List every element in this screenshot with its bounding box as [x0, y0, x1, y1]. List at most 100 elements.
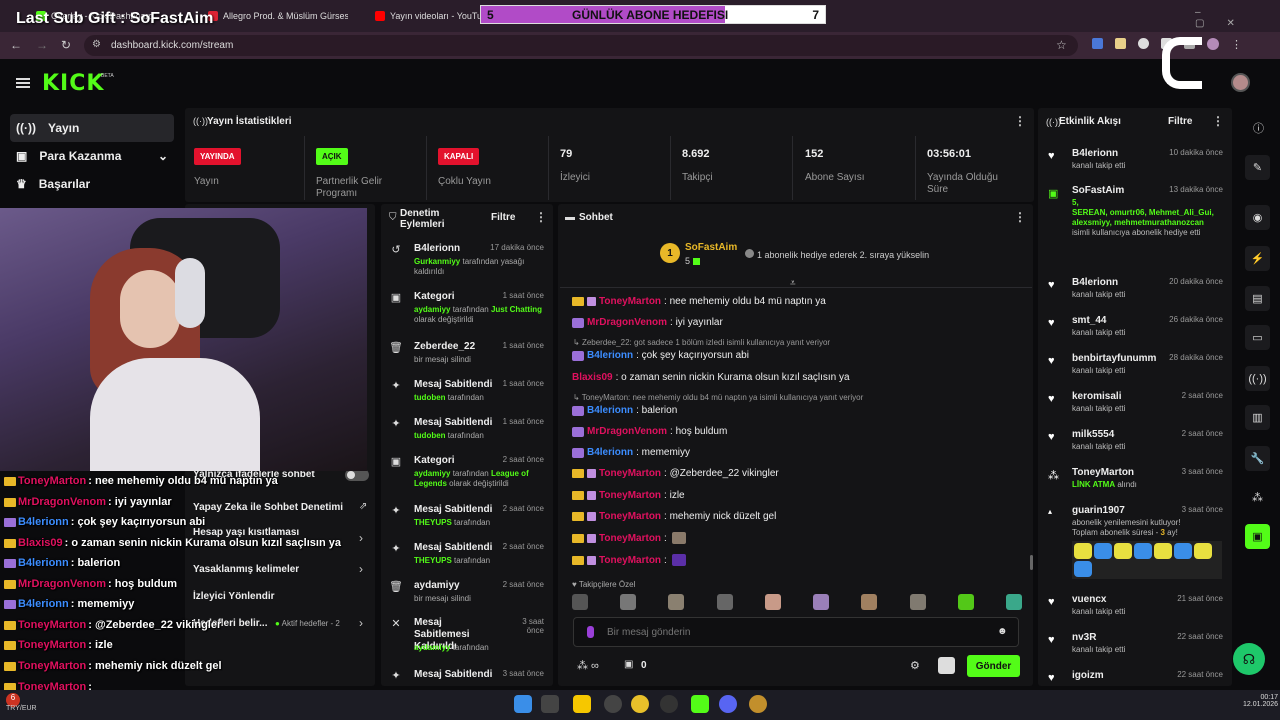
activity-menu-icon[interactable]: ⋮: [1212, 114, 1224, 128]
moderation-item[interactable]: ✦ Mesaj Sabitlendi 2 saat önce THEYUPS tara…: [389, 504, 549, 544]
edit-icon[interactable]: ✎: [1245, 155, 1270, 180]
chat-message[interactable]: MrDragonVenom: iyi yayınlar: [572, 317, 723, 328]
extension-icon[interactable]: [1115, 38, 1126, 49]
setting-banned-words[interactable]: Yasaklanmış kelimeler: [193, 564, 299, 575]
activity-item[interactable]: ♥ B4lerionn 10 dakika önce kanalı takip ett…: [1048, 148, 1223, 182]
game-icon[interactable]: [749, 695, 767, 713]
chat-menu-icon[interactable]: ⋮: [1014, 210, 1026, 224]
activity-username[interactable]: vuencx: [1072, 594, 1106, 605]
wrench-icon[interactable]: 🔧: [1245, 446, 1270, 471]
window-controls[interactable]: –▢✕: [1195, 7, 1280, 29]
activity-item[interactable]: ♥ benbirtayfunumm 28 dakika önce kanalı tak…: [1048, 353, 1223, 387]
chat-username[interactable]: ToneyMarton: [599, 533, 661, 544]
chat-username[interactable]: Blaxis09: [572, 372, 613, 383]
emote-icon[interactable]: [909, 594, 926, 610]
url-text[interactable]: dashboard.kick.com/stream: [111, 40, 233, 51]
chat-username[interactable]: ToneyMarton: [599, 468, 661, 479]
emote-icon[interactable]: [716, 594, 733, 610]
chat-message[interactable]: B4lerionn: mememiyy: [572, 447, 690, 458]
obs-icon[interactable]: [604, 695, 622, 713]
app-icon[interactable]: ▣: [1245, 524, 1270, 549]
moderation-item[interactable]: ▣ Kategori 1 saat önce aydamiyy tarafından …: [389, 291, 549, 331]
file-explorer-icon[interactable]: [573, 695, 591, 713]
activity-item[interactable]: ⁂ ToneyMarton 3 saat önce LİNK ATMA alındı: [1048, 467, 1223, 501]
activity-username[interactable]: keromisali: [1072, 391, 1121, 402]
people-icon[interactable]: ⁂: [1245, 485, 1270, 510]
forward-icon[interactable]: →: [36, 38, 48, 52]
reload-icon[interactable]: ↻: [61, 38, 71, 52]
setting-ai-moderation[interactable]: Yapay Zeka ile Sohbet Denetimi: [193, 502, 343, 513]
chevron-right-icon[interactable]: ›: [359, 562, 363, 576]
sidebar-item-yayin[interactable]: ((·)) Yayın: [10, 114, 174, 142]
activity-item[interactable]: ♥ keromisali 2 saat önce kanalı takip etti: [1048, 391, 1223, 425]
moderation-item[interactable]: 🗑 Zeberdee_22 1 saat önce bir mesajı silind…: [389, 341, 549, 381]
sidebar-item-para-kazanma[interactable]: ▣ Para Kazanma ⌄: [10, 142, 174, 170]
clock[interactable]: 00:17 12.01.2026: [1243, 694, 1278, 708]
chat-message[interactable]: Blaxis09: o zaman senin nickin Kurama ol…: [572, 372, 850, 383]
emote-icon[interactable]: [668, 594, 685, 610]
chat-username[interactable]: B4lerionn: [587, 350, 633, 361]
broadcast-icon[interactable]: ((·)): [1245, 366, 1270, 391]
channel-points-icon[interactable]: ⁂ ∞: [577, 659, 599, 672]
site-info-icon[interactable]: ⚙: [92, 39, 101, 50]
emote-icon[interactable]: [957, 594, 974, 610]
emote-icon[interactable]: [813, 594, 830, 610]
activity-username[interactable]: ToneyMarton: [1072, 467, 1134, 478]
chat-message[interactable]: ToneyMarton:: [572, 532, 686, 544]
info-icon[interactable]: ⓘ: [1253, 120, 1264, 136]
moderation-item[interactable]: ✕ Mesaj Sabitlemesi Kaldırıldı 3 saat önce…: [389, 617, 549, 657]
chat-username[interactable]: B4lerionn: [587, 405, 633, 416]
activity-item[interactable]: ♥ smt_44 26 dakika önce kanalı takip etti: [1048, 315, 1223, 349]
back-icon[interactable]: ←: [10, 38, 22, 52]
browser-tab[interactable]: Yayın videoları - YouTube: [375, 6, 480, 26]
external-link-icon[interactable]: ⇗: [359, 501, 367, 512]
chat-message[interactable]: ToneyMarton: @Zeberdee_22 vikingler: [572, 468, 779, 479]
notes-icon[interactable]: ▤: [1245, 286, 1270, 311]
kick-logo[interactable]: KICK: [42, 71, 104, 96]
extension-icon[interactable]: [1138, 38, 1149, 49]
chat-scrollbar[interactable]: [1030, 555, 1033, 570]
bot-icon[interactable]: [938, 657, 955, 674]
activity-filter-button[interactable]: Filtre: [1168, 116, 1192, 127]
layout-icon[interactable]: ▥: [1245, 405, 1270, 430]
chat-message[interactable]: B4lerionn: balerion: [572, 405, 677, 416]
activity-item[interactable]: ♥ B4lerionn 20 dakika önce kanalı takip ett…: [1048, 277, 1223, 311]
emoji-icon[interactable]: ☻: [997, 626, 1008, 637]
activity-username[interactable]: guarin1907: [1072, 505, 1125, 516]
activity-item[interactable]: ▴ guarin1907 3 saat önce abonelik yenilemes…: [1048, 505, 1223, 579]
moderation-item[interactable]: ↺ B4lerionn 17 dakika önce Gurkanmiyy taraf…: [389, 243, 549, 283]
settings-gear-icon[interactable]: ⚙: [910, 659, 920, 672]
camera-icon[interactable]: ◉: [1245, 205, 1270, 230]
discord-icon[interactable]: [719, 695, 737, 713]
activity-item[interactable]: ♥ nv3R 22 saat önce kanalı takip etti: [1048, 632, 1223, 666]
activity-username[interactable]: milk5554: [1072, 429, 1114, 440]
bookmark-star-icon[interactable]: ☆: [1056, 38, 1067, 52]
hamburger-menu-icon[interactable]: [16, 78, 30, 88]
stats-menu-icon[interactable]: ⋮: [1014, 114, 1026, 128]
menu-dots-icon[interactable]: ⋮: [1231, 38, 1242, 52]
chat-username[interactable]: ToneyMarton: [599, 296, 661, 307]
gift-icon[interactable]: ▣: [624, 659, 633, 670]
support-headset-icon[interactable]: ☊: [1233, 643, 1265, 675]
mic-icon[interactable]: [587, 626, 594, 638]
activity-item[interactable]: ♥ milk5554 2 saat önce kanalı takip etti: [1048, 429, 1223, 463]
emote-row[interactable]: [572, 594, 1022, 612]
app-icon[interactable]: [660, 695, 678, 713]
moderation-filter-button[interactable]: Filtre: [491, 212, 515, 223]
chat-username[interactable]: ToneyMarton: [599, 511, 661, 522]
activity-item[interactable]: ▣ SoFastAim 13 dakika önce 5, SEREAN, omurtr…: [1048, 185, 1223, 237]
activity-username[interactable]: nv3R: [1072, 632, 1096, 643]
chat-message[interactable]: MrDragonVenom: hoş buldum: [572, 426, 727, 437]
emote-icon[interactable]: [620, 594, 637, 610]
moderation-item[interactable]: ✦ Mesaj Sabitlendi 1 saat önce tudoben tara…: [389, 417, 549, 457]
chat-username[interactable]: B4lerionn: [587, 447, 633, 458]
activity-username[interactable]: smt_44: [1072, 315, 1106, 326]
setting-raid[interactable]: İzleyici Yönlendir: [193, 591, 275, 602]
moderation-item[interactable]: ▣ Kategori 2 saat önce aydamiyy tarafından …: [389, 455, 549, 495]
weather-widget[interactable]: TRY/EUR: [6, 705, 37, 712]
start-icon[interactable]: [514, 695, 532, 713]
chat-message[interactable]: ToneyMarton: izle: [572, 490, 685, 501]
chat-message[interactable]: ToneyMarton: nee mehemiy oldu b4 mü napt…: [572, 296, 826, 307]
moderation-item[interactable]: 🗑 aydamiyy 2 saat önce bir mesajı silindi: [389, 580, 549, 620]
emote-icon[interactable]: [861, 594, 878, 610]
